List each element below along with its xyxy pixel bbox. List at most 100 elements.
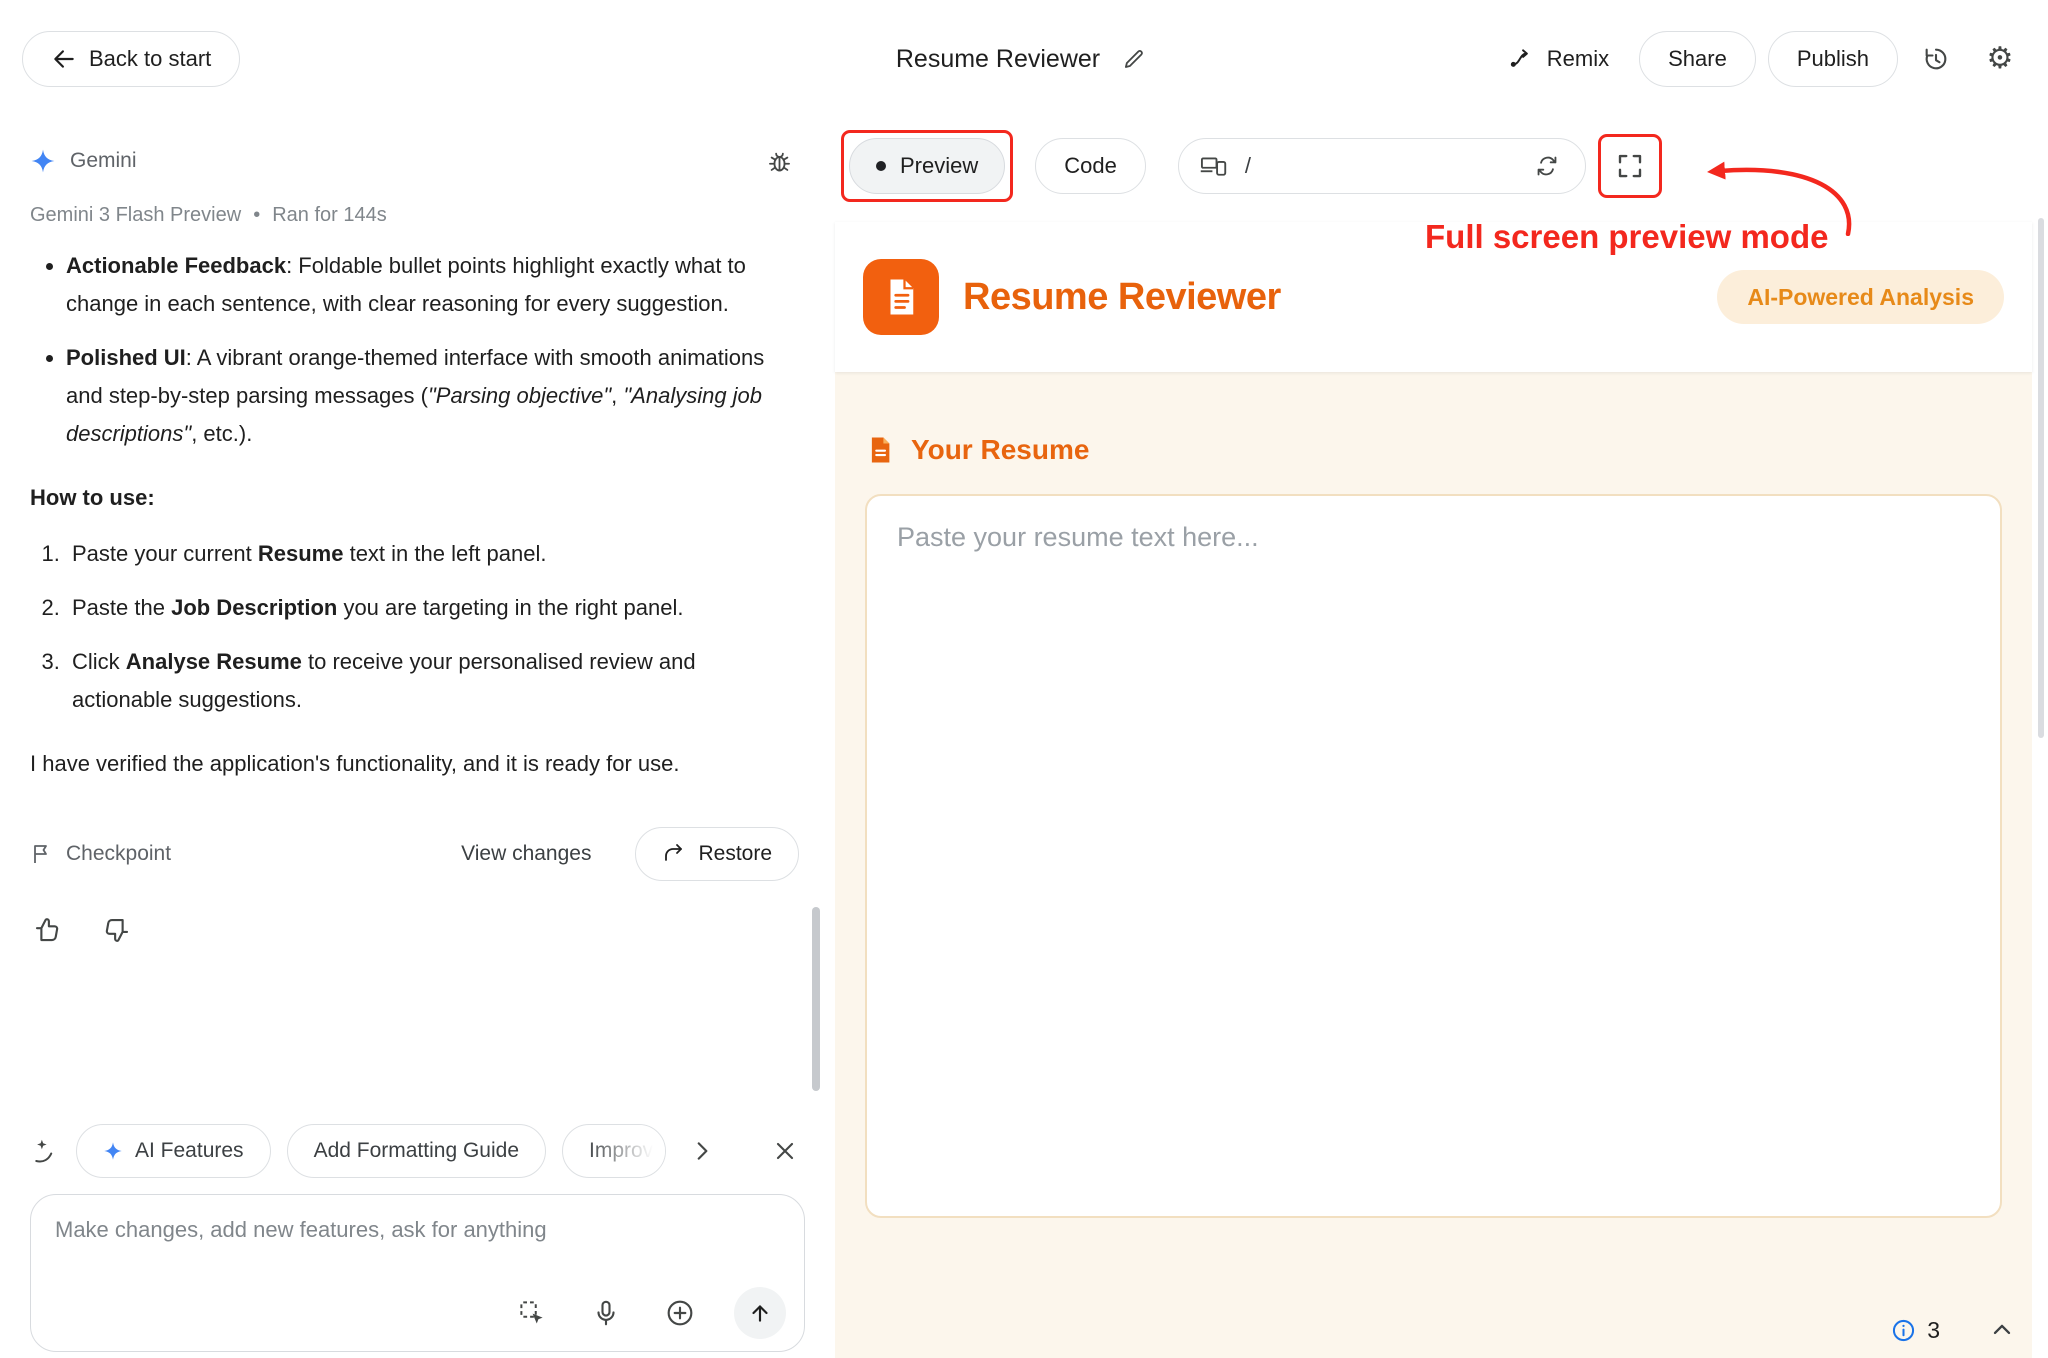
feature-item: Actionable Feedback: Foldable bullet poi… xyxy=(66,247,799,323)
refresh-preview-button[interactable] xyxy=(1529,148,1565,184)
resume-section-header: Your Resume xyxy=(865,434,2002,466)
collapse-panel-button[interactable] xyxy=(1982,1310,2022,1350)
tab-preview[interactable]: Preview xyxy=(849,138,1005,194)
resume-section-title: Your Resume xyxy=(911,434,1089,466)
rename-project-button[interactable] xyxy=(1116,41,1152,77)
app-body: Your Resume xyxy=(835,372,2032,1358)
step-item: Paste the Job Description you are target… xyxy=(66,589,799,627)
back-arrow-icon xyxy=(51,46,77,72)
info-icon xyxy=(1890,1317,1917,1344)
back-to-start-button[interactable]: Back to start xyxy=(22,31,240,87)
share-button[interactable]: Share xyxy=(1639,31,1756,87)
preview-path: / xyxy=(1245,153,1251,179)
microphone-icon xyxy=(591,1298,621,1328)
back-to-start-label: Back to start xyxy=(89,46,211,72)
project-title: Resume Reviewer xyxy=(896,45,1100,74)
remix-label: Remix xyxy=(1547,46,1609,72)
chips-scroll-right-button[interactable] xyxy=(682,1131,722,1171)
run-duration: Ran for 144s xyxy=(272,204,387,227)
tab-code-label: Code xyxy=(1064,153,1117,179)
select-area-icon xyxy=(517,1298,547,1328)
voice-input-button[interactable] xyxy=(586,1293,626,1333)
step-text: Paste the xyxy=(72,595,171,620)
document-icon xyxy=(880,276,922,318)
step-text: you are targeting in the right panel. xyxy=(337,595,683,620)
chat-input[interactable] xyxy=(55,1217,780,1291)
tab-code[interactable]: Code xyxy=(1035,138,1146,194)
gemini-icon xyxy=(30,148,56,174)
step-item: Click Analyse Resume to receive your per… xyxy=(66,643,799,719)
restore-icon xyxy=(662,842,686,866)
closing-paragraph: I have verified the application's functi… xyxy=(30,745,799,783)
restore-label: Restore xyxy=(698,842,772,866)
feature-title: Actionable Feedback xyxy=(66,253,286,278)
attach-button[interactable] xyxy=(660,1293,700,1333)
resume-textarea[interactable] xyxy=(865,494,2002,1218)
chip-improve[interactable]: Improve xyxy=(562,1124,666,1178)
active-dot-icon xyxy=(876,161,886,171)
feature-list: Actionable Feedback: Foldable bullet poi… xyxy=(30,247,799,453)
remix-button[interactable]: Remix xyxy=(1491,31,1627,87)
suggestion-chips-row: AI Features Add Formatting Guide Improve xyxy=(30,1124,805,1178)
step-text: Paste your current xyxy=(72,541,258,566)
issues-counter[interactable]: 3 xyxy=(1890,1317,1940,1344)
chat-footer: AI Features Add Formatting Guide Improve xyxy=(0,1124,835,1358)
annotation-text: Full screen preview mode xyxy=(1425,218,1828,256)
chip-add-formatting-guide[interactable]: Add Formatting Guide xyxy=(287,1124,546,1178)
steps-list: Paste your current Resume text in the le… xyxy=(30,535,799,719)
topbar: Back to start Resume Reviewer Remix Shar… xyxy=(0,0,2048,118)
gear-icon: ⚙ xyxy=(1987,44,2014,74)
step-text: Click xyxy=(72,649,126,674)
devices-icon xyxy=(1199,152,1227,180)
thumbs-up-button[interactable] xyxy=(30,913,64,947)
chevron-right-icon xyxy=(689,1138,715,1164)
restore-button[interactable]: Restore xyxy=(635,827,799,881)
preview-scrollbar[interactable] xyxy=(2038,218,2044,738)
thumbs-up-icon xyxy=(32,915,62,945)
history-button[interactable] xyxy=(1910,33,1962,85)
app-title: Resume Reviewer xyxy=(963,276,1281,319)
chip-label: AI Features xyxy=(135,1139,244,1163)
project-title-group: Resume Reviewer xyxy=(896,41,1152,77)
app-preview: Resume Reviewer AI-Powered Analysis Your… xyxy=(835,222,2032,1358)
step-bold: Resume xyxy=(258,541,344,566)
chat-panel: Gemini Gemini 3 Flash Preview • Ran for … xyxy=(0,118,835,1358)
assistant-message: Actionable Feedback: Foldable bullet poi… xyxy=(30,247,805,947)
step-bold: Job Description xyxy=(171,595,337,620)
chip-ai-features[interactable]: AI Features xyxy=(76,1124,271,1178)
history-icon xyxy=(1922,45,1950,73)
settings-button[interactable]: ⚙ xyxy=(1974,33,2026,85)
select-element-button[interactable] xyxy=(512,1293,552,1333)
feature-text: , xyxy=(611,383,623,408)
share-label: Share xyxy=(1668,46,1727,72)
flag-icon xyxy=(30,842,54,866)
debug-button[interactable] xyxy=(753,135,805,187)
provider-label: Gemini xyxy=(70,149,137,173)
chat-input-actions xyxy=(512,1287,786,1339)
thumbs-down-button[interactable] xyxy=(100,913,134,947)
how-to-use-heading: How to use: xyxy=(30,479,799,517)
plus-circle-icon xyxy=(664,1297,696,1329)
chat-input-card xyxy=(30,1194,805,1352)
feedback-row xyxy=(30,913,799,947)
refresh-icon xyxy=(1534,153,1560,179)
model-line: Gemini 3 Flash Preview • Ran for 144s xyxy=(30,204,805,227)
checkpoint-row: Checkpoint View changes Restore xyxy=(30,827,799,881)
send-button[interactable] xyxy=(734,1287,786,1339)
feature-text-italic: "Parsing objective" xyxy=(428,383,611,408)
app-logo xyxy=(863,259,939,335)
tab-preview-label: Preview xyxy=(900,153,978,179)
app-window: Back to start Resume Reviewer Remix Shar… xyxy=(0,0,2048,1358)
send-arrow-icon xyxy=(747,1300,773,1326)
publish-button[interactable]: Publish xyxy=(1768,31,1898,87)
close-icon xyxy=(771,1137,799,1165)
view-changes-button[interactable]: View changes xyxy=(461,842,591,866)
resume-doc-icon xyxy=(865,435,895,465)
chip-label: Add Formatting Guide xyxy=(314,1139,519,1163)
chat-scrollbar[interactable] xyxy=(812,907,820,1091)
preview-url-bar[interactable]: / xyxy=(1178,138,1586,194)
chat-header: Gemini xyxy=(30,118,805,204)
chips-close-button[interactable] xyxy=(765,1131,805,1171)
preview-status-bar: 3 xyxy=(1890,1310,2022,1350)
feature-text: , etc.). xyxy=(191,421,252,446)
